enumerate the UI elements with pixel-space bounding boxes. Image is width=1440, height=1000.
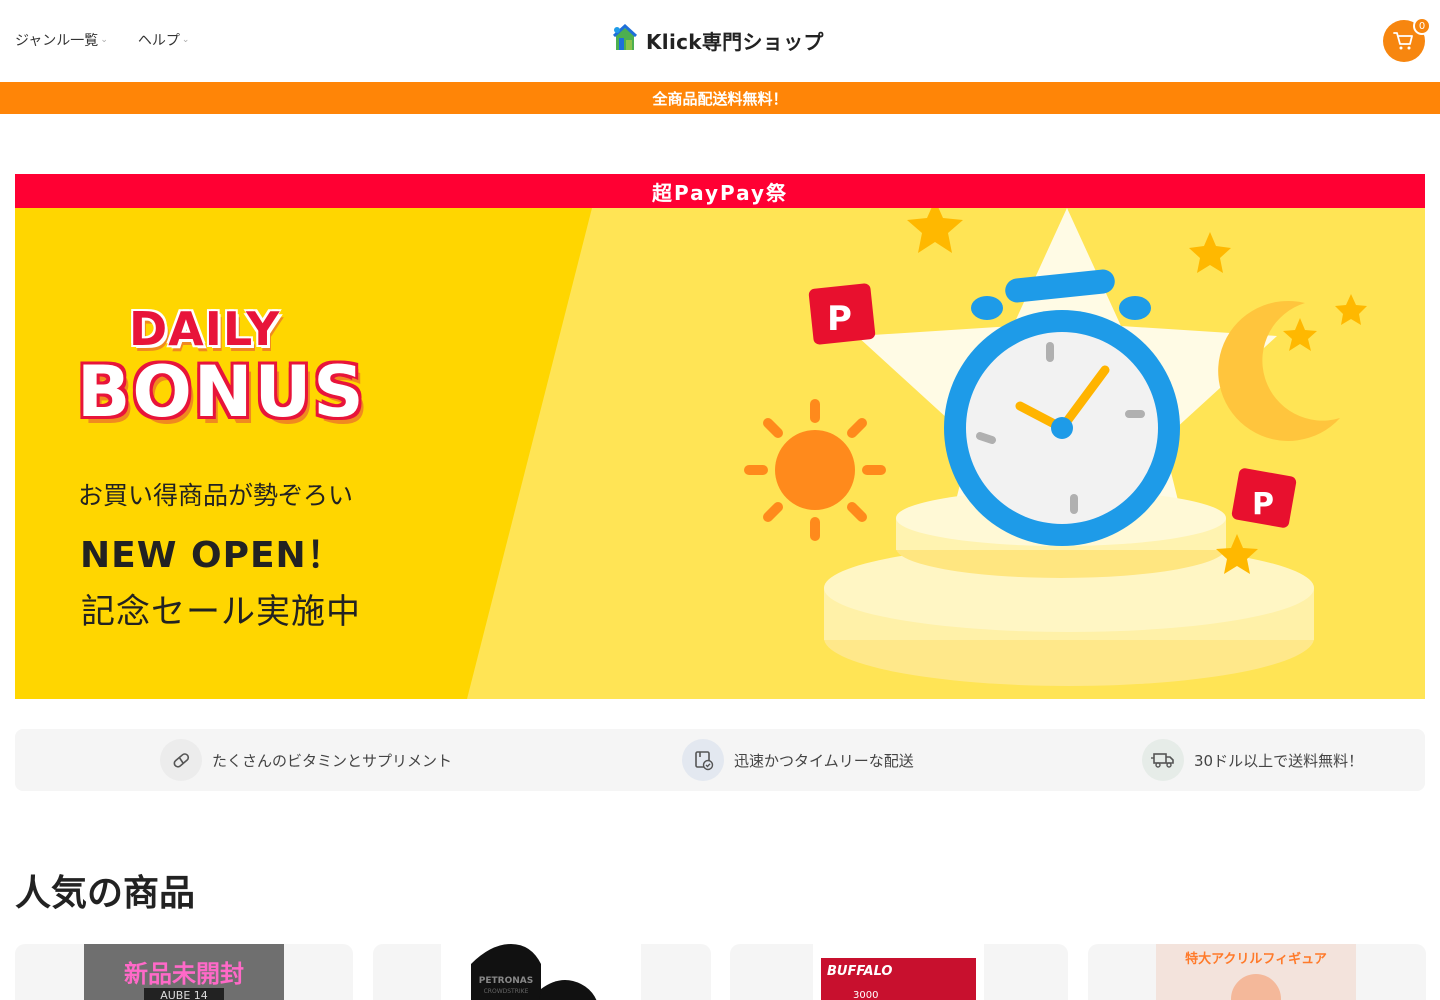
nav-genre-label: ジャンル一覧	[15, 33, 99, 49]
product-image-subtext: 3000	[853, 990, 879, 1000]
shopping-cart-icon	[1393, 32, 1413, 50]
daily-bonus-logo: DAILY BONUS	[77, 302, 366, 428]
svg-text:P: P	[1252, 487, 1274, 522]
banner-campaign-label: 超PayPay祭	[15, 174, 1425, 208]
product-card[interactable]: 特大アクリルフィギュア	[1088, 944, 1426, 1000]
brand-logo-link[interactable]: Klick専門ショップ	[610, 24, 824, 56]
small-star-icon	[1335, 294, 1367, 325]
product-image-text: 特大アクリルフィギュア	[1185, 952, 1327, 967]
figure-art	[1231, 974, 1281, 1000]
feature-vitamins: たくさんのビタミンとサプリメント	[160, 739, 452, 781]
nav-help-label: ヘルプ	[137, 33, 180, 49]
section-title-popular: 人気の商品	[15, 873, 196, 914]
banner-tagline: お買い得商品が勢ぞろい	[78, 481, 354, 510]
svg-text:P: P	[827, 299, 852, 339]
feature-delivery-label: 迅速かつタイムリーな配送	[734, 751, 914, 770]
daily-word: DAILY	[129, 302, 281, 356]
small-star-icon	[1283, 318, 1317, 351]
delivery-truck-icon	[1142, 739, 1184, 781]
feature-free-shipping: 30ドル以上で送料無料！	[1142, 739, 1363, 781]
product-image-text: PETRONAS	[478, 976, 534, 986]
chevron-down-icon: ⌄	[100, 35, 108, 45]
hero-banner[interactable]: 超PayPay祭 P P DAILY BONUS お買い得商品が勢ぞろい NEW…	[15, 174, 1425, 699]
product-card[interactable]: PETRONAS CROWDSTRIKE	[373, 944, 711, 1000]
feature-free-shipping-label: 30ドル以上で送料無料！	[1194, 751, 1364, 770]
product-card[interactable]: 新品未開封 AUBE 14	[15, 944, 353, 1000]
site-header: ジャンル一覧 ⌄ ヘルプ ⌄ Klick専門ショップ 0	[0, 0, 1440, 82]
main-nav: ジャンル一覧 ⌄ ヘルプ ⌄	[15, 30, 189, 50]
sun-icon	[744, 399, 886, 541]
banner-sale-text: 記念セール実施中	[81, 592, 361, 632]
product-image-text: 新品未開封	[124, 960, 244, 988]
brand-name: Klick専門ショップ	[646, 29, 824, 54]
paypay-cube-icon: P	[808, 283, 876, 345]
nav-genre-list[interactable]: ジャンル一覧 ⌄	[15, 30, 108, 50]
product-image[interactable]: BUFFALO 3000	[813, 944, 984, 1000]
product-image-subtext: CROWDSTRIKE	[483, 988, 529, 995]
product-image[interactable]: 新品未開封 AUBE 14	[84, 944, 284, 1000]
product-image-text: BUFFALO	[827, 964, 893, 979]
product-card[interactable]: BUFFALO 3000	[730, 944, 1068, 1000]
banner-new-open: NEW OPEN！	[80, 535, 344, 576]
bonus-word: BONUS	[77, 351, 366, 433]
product-image-subtext: AUBE 14	[144, 988, 224, 1000]
feature-delivery: 迅速かつタイムリーな配送	[682, 739, 914, 781]
feature-vitamins-label: たくさんのビタミンとサプリメント	[212, 751, 453, 770]
product-image[interactable]: 特大アクリルフィギュア	[1156, 944, 1356, 1000]
small-star-icon	[1189, 232, 1231, 273]
chevron-down-icon: ⌄	[181, 35, 190, 45]
moon-icon	[1218, 300, 1340, 441]
announcement-bar: 全商品配送料無料！	[0, 82, 1440, 114]
nav-help[interactable]: ヘルプ ⌄	[138, 30, 190, 50]
brand-logo-icon	[612, 24, 638, 50]
product-image[interactable]: PETRONAS CROWDSTRIKE	[441, 944, 641, 1000]
cart-count-badge: 0	[1413, 17, 1431, 35]
pill-icon	[160, 739, 202, 781]
feature-strip: たくさんのビタミンとサプリメント 迅速かつタイムリーな配送 30ドル以上で送料無…	[15, 729, 1425, 791]
package-check-icon	[682, 739, 724, 781]
small-star-icon	[907, 208, 963, 253]
paypay-cube-icon: P	[1231, 468, 1297, 528]
